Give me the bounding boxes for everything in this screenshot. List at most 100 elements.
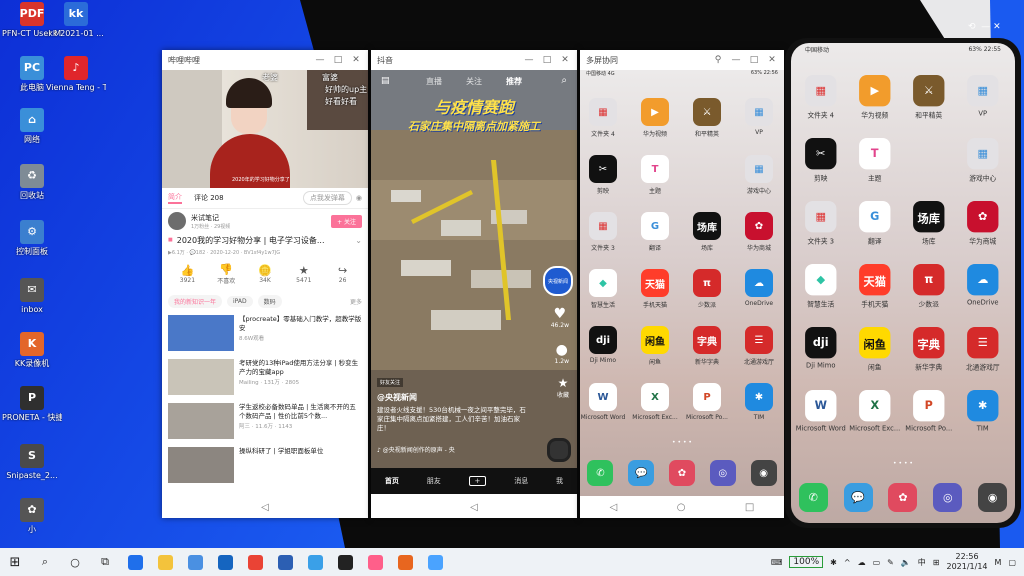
browser-icon[interactable]: ◎: [933, 483, 963, 512]
related-video-item[interactable]: 学生返校必备数码单品 | 生活离不开的五个数码产品 | 性价比前5个数... 阿三…: [162, 399, 368, 443]
action-button[interactable]: ↪ 26: [323, 264, 362, 284]
search-button[interactable]: ⌕: [30, 548, 60, 576]
minimize-button[interactable]: —: [314, 55, 326, 65]
network-icon[interactable]: ▭: [873, 558, 881, 567]
app-icon-tile[interactable]: ▦ 文件夹 4: [580, 98, 626, 138]
favorite-button[interactable]: ★ 收藏: [557, 376, 569, 399]
app-icon-tile[interactable]: ⚔ 和平精英: [684, 98, 730, 138]
volume-icon[interactable]: 🔈: [901, 558, 911, 567]
app-icon-tile[interactable]: ✿ 华为商城: [957, 201, 1009, 246]
app-icon-tile[interactable]: G 翻译: [849, 201, 901, 246]
chevron-up-icon[interactable]: ^: [844, 558, 851, 567]
app-icon-tile[interactable]: ◆ 智慧生活: [580, 269, 626, 309]
app-icon-tile[interactable]: ▦ VP: [957, 75, 1009, 118]
channel-avatar[interactable]: 央视新闻: [543, 266, 573, 296]
app-icon-tile[interactable]: ▦ 文件夹 3: [795, 201, 847, 246]
related-video-item[interactable]: 考研党的13种iPad使用方法分享 | 秒变生产力的宝藏app Mailing ·…: [162, 355, 368, 399]
taskbar-app-button[interactable]: [270, 548, 300, 576]
camera-icon[interactable]: ◉: [750, 460, 777, 486]
browser-icon[interactable]: ◎: [709, 460, 736, 486]
action-button[interactable]: 🪙 34K: [246, 264, 285, 284]
window-titlebar[interactable]: 多屏协同 ⚲ — □ ✕: [580, 50, 784, 70]
maximize-button[interactable]: □: [332, 55, 344, 65]
related-video-item[interactable]: 操纵科研了 | 学姐职面板单位: [162, 443, 368, 487]
bilibili-window[interactable]: 哔哩哔哩 — □ ✕ 老婆 富婆 好帅的up主 好看好看 2020年的学习好物分…: [162, 50, 368, 518]
nav-back-icon[interactable]: ◁: [610, 502, 618, 513]
app-icon-tile[interactable]: ⚔ 和平精英: [903, 75, 955, 120]
app-icon-tile[interactable]: ☁ OneDrive: [736, 269, 782, 307]
pin-icon[interactable]: ⚲: [712, 55, 724, 65]
chevron-down-icon[interactable]: ⌄: [355, 236, 362, 245]
video-player[interactable]: 老婆 富婆 好帅的up主 好看好看 2020年的学习好物分享了: [162, 70, 368, 188]
app-icon-tile[interactable]: π 少数派: [903, 264, 955, 309]
battery-indicator[interactable]: 100%: [789, 556, 824, 568]
account-name[interactable]: @央视新闻: [377, 392, 417, 403]
taskbar-app-button[interactable]: [300, 548, 330, 576]
bottom-tab[interactable]: 我: [556, 476, 563, 486]
app-icon-tile[interactable]: P Microsoft Po...: [684, 383, 730, 421]
desktop-icon[interactable]: ♪ Vienna Teng - The Tower: [46, 56, 106, 93]
app-icon-tile[interactable]: W Microsoft Word: [580, 383, 626, 421]
window-titlebar[interactable]: 哔哩哔哩 — □ ✕: [162, 50, 368, 70]
app-icon-tile[interactable]: ✱ TIM: [957, 390, 1009, 433]
action-button[interactable]: ★ 5471: [284, 264, 323, 284]
desktop-icon[interactable]: ✉ inbox: [2, 278, 62, 315]
minimize-button[interactable]: —: [730, 55, 742, 65]
desktop-icon[interactable]: ⌂ 网络: [2, 108, 62, 145]
multiscreen-window[interactable]: 多屏协同 ⚲ — □ ✕ 中国移动 4G 63% 22:56 ▦ 文件夹 4 ▶ 华为…: [580, 50, 784, 518]
app-icon-tile[interactable]: ▦ 文件夹 3: [580, 212, 626, 252]
maximize-button[interactable]: □: [541, 55, 553, 65]
close-button[interactable]: ✕: [350, 55, 362, 65]
like-button[interactable]: ♥ 46.2w: [551, 306, 569, 329]
app-icon-tile[interactable]: ☰ 北通游戏厅: [957, 327, 1009, 372]
close-button[interactable]: ✕: [559, 55, 571, 65]
app-icon-tile[interactable]: dji Dji Mimo: [580, 326, 626, 364]
huawei-icon[interactable]: ✿: [668, 460, 695, 486]
phone-screen[interactable]: 中国移动 63% 22:55 ▦ 文件夹 4 ▶ 华为视频 ⚔ 和平精英 ▦ VP ✂ 剪映 T 主题…: [791, 43, 1015, 523]
taskbar-app-button[interactable]: [180, 548, 210, 576]
bottom-tab[interactable]: 首页: [385, 476, 399, 486]
camera-icon[interactable]: ◉: [978, 483, 1008, 512]
close-button[interactable]: ✕: [993, 22, 1001, 32]
app-icon-tile[interactable]: ▦ 游戏中心: [957, 138, 1009, 183]
rotate-icon[interactable]: ⟲: [968, 22, 976, 32]
bottom-tab[interactable]: +: [468, 476, 487, 486]
nav-back-icon[interactable]: ◁: [162, 496, 368, 518]
multiscreen-icon[interactable]: M: [995, 558, 1002, 567]
tab-intro[interactable]: 简介: [168, 192, 182, 204]
start-button[interactable]: ⊞: [0, 548, 30, 576]
app-icon-tile[interactable]: 天猫 手机天猫: [632, 269, 678, 309]
app-icon-tile[interactable]: ◆ 智慧生活: [795, 264, 847, 309]
app-icon-tile[interactable]: P Microsoft Po...: [903, 390, 955, 433]
minimize-button[interactable]: —: [523, 55, 535, 65]
live-icon[interactable]: ▤: [381, 76, 390, 86]
nav-recent-icon[interactable]: □: [745, 502, 754, 513]
taskbar-app-button[interactable]: [210, 548, 240, 576]
app-icon-tile[interactable]: ✂ 剪映: [795, 138, 847, 183]
tab-comments[interactable]: 评论 208: [194, 193, 224, 203]
app-icon-tile[interactable]: T 主题: [632, 155, 678, 195]
desktop-icon[interactable]: P PRONETA - 快捷方式: [2, 386, 62, 423]
messages-icon[interactable]: 💬: [628, 460, 655, 486]
app-icon-tile[interactable]: ☁ OneDrive: [957, 264, 1009, 307]
action-button[interactable]: 👍 3921: [168, 264, 207, 284]
ime-mode-icon[interactable]: ⊞: [933, 558, 940, 567]
taskbar-app-button[interactable]: [120, 548, 150, 576]
app-icon-tile[interactable]: ✿ 华为商城: [736, 212, 782, 252]
phone-icon[interactable]: ✆: [798, 483, 828, 512]
follow-button[interactable]: + 关注: [331, 214, 362, 228]
taskbar-app-button[interactable]: [330, 548, 360, 576]
uploader-name[interactable]: 米试笔记: [191, 213, 331, 223]
app-icon-tile[interactable]: X Microsoft Exc...: [849, 390, 901, 433]
app-icon-tile[interactable]: ▦ VP: [736, 98, 782, 136]
taskbar-app-button[interactable]: [240, 548, 270, 576]
clock[interactable]: 22:56 2021/1/14: [947, 552, 988, 572]
app-icon-tile[interactable]: T 主题: [849, 138, 901, 183]
bluetooth-icon[interactable]: ✱: [830, 558, 837, 567]
desktop-icon[interactable]: K KK录像机: [2, 332, 62, 369]
huawei-icon[interactable]: ✿: [888, 483, 918, 512]
app-icon-tile[interactable]: ✂ 剪映: [580, 155, 626, 195]
nav-home-icon[interactable]: ○: [677, 502, 686, 513]
desktop-icon[interactable]: ⚙ 控制面板: [2, 220, 62, 257]
danmaku-send-button[interactable]: 点我发弹幕: [302, 191, 352, 205]
